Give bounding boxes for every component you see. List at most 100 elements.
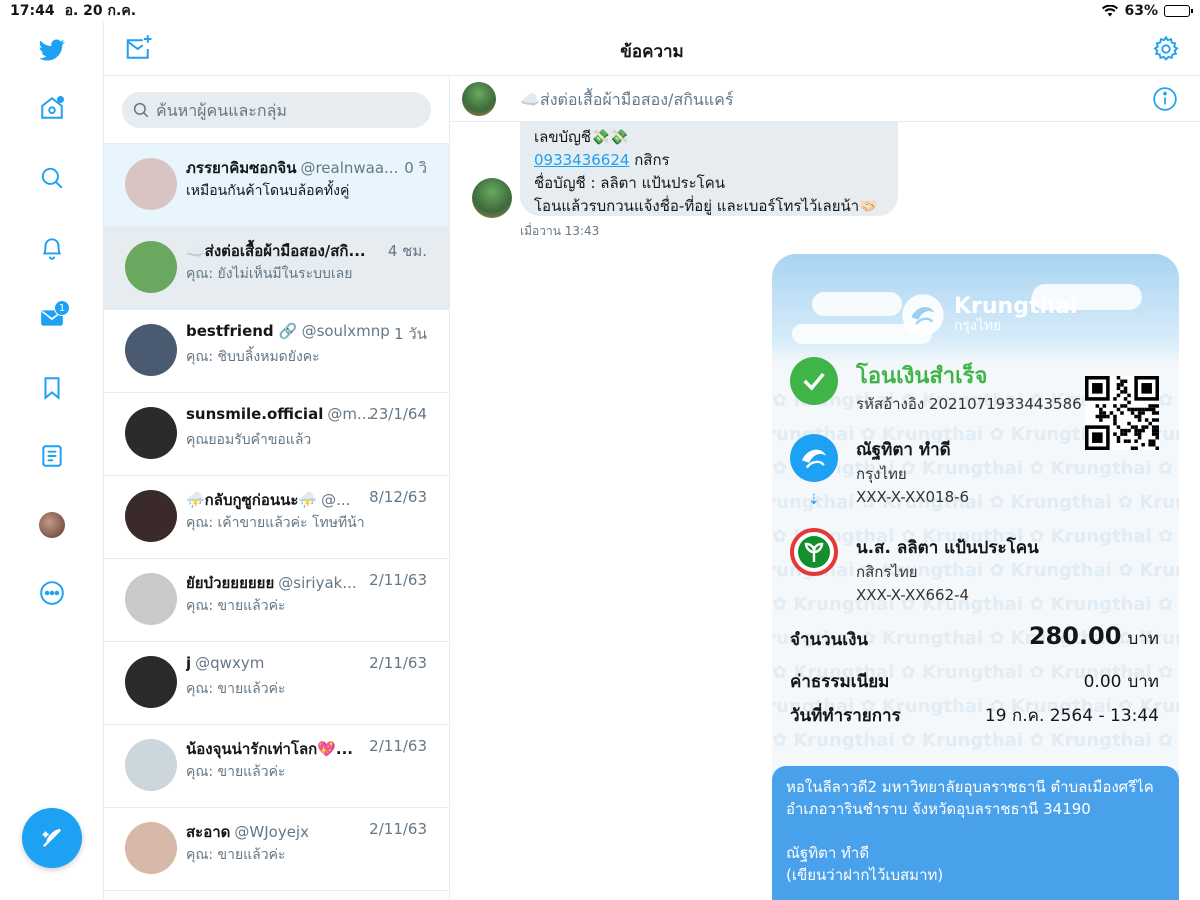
home-icon[interactable] xyxy=(36,92,68,124)
chat-header: ☁️ส่งต่อเสื้อผ้ามือสอง/สกินแคร์ xyxy=(450,76,1200,122)
conversation-item[interactable]: bestfriend 🔗 @soulxmnp 1 วัน คุณ: ชิบบลิ้งห… xyxy=(104,310,449,393)
reference-code: รหัสอ้างอิง 2021071933443586 xyxy=(856,395,1082,413)
amount-number: 280.00 xyxy=(1028,622,1122,650)
message-timestamp: เมื่อวาน 13:43 xyxy=(520,224,600,238)
bookmark-icon[interactable] xyxy=(36,372,68,404)
conversation-name: bestfriend 🔗 xyxy=(186,322,298,340)
conversation-avatar[interactable] xyxy=(125,822,177,874)
amount-value: 280.00 บาท xyxy=(1029,622,1159,652)
page-title: ข้อความ xyxy=(620,42,684,62)
conversation-avatar[interactable] xyxy=(125,407,177,459)
sender-avatar[interactable] xyxy=(472,178,512,218)
krungthai-wordmark: Krungthai กรุงไทย xyxy=(954,294,1078,335)
conversation-time: 2/11/63 xyxy=(369,654,427,672)
conversation-item[interactable]: สะอาด @WJoyejx 2/11/63 คุณ: ขายแล้วค่ะ xyxy=(104,808,449,891)
conversation-handle: @siriyak... xyxy=(278,574,357,592)
conversation-time: 2/11/63 xyxy=(369,571,427,589)
success-check-icon xyxy=(790,357,838,405)
search-icon[interactable] xyxy=(36,162,68,194)
info-icon[interactable] xyxy=(1152,86,1178,112)
conversation-item[interactable]: ยัยบ๋วยยยยยย @siriyak... 2/11/63 คุณ: ขายแล… xyxy=(104,559,449,642)
conversation-item[interactable]: ⛈️กลับกูซูก่อนนะ⛈️ @... 8/12/63 คุณ: เค้าขา… xyxy=(104,476,449,559)
status-date: อ. 20 ก.ค. xyxy=(64,3,137,19)
conversation-item[interactable]: j @qwxym 2/11/63 คุณ: ขายแล้วค่ะ xyxy=(104,642,449,725)
conversation-time: 2/11/63 xyxy=(369,820,427,838)
brand-name-thai: กรุงไทย xyxy=(954,318,1002,334)
messages-badge: 1 xyxy=(54,300,70,316)
search-input[interactable] xyxy=(156,100,416,120)
outgoing-spacer xyxy=(786,820,1165,842)
conversation-avatar[interactable] xyxy=(125,573,177,625)
conversation-name: ยัยบ๋วยยยยยย xyxy=(186,574,275,592)
conversation-avatar[interactable] xyxy=(125,324,177,376)
outgoing-message-bubble[interactable]: หอในลีลาวดี2 มหาวิทยาลัยอุบลราชธานี ตำบล… xyxy=(772,766,1179,900)
conversation-name-line: ภรรยาคิมซอกจิน @realnwaa... xyxy=(186,156,426,180)
conversation-items: ภรรยาคิมซอกจิน @realnwaa... 0 วิ เหมือนกันค… xyxy=(104,144,449,891)
recipient-bank: กสิกรไทย xyxy=(856,563,918,581)
conversation-item[interactable]: ☁️ส่งต่อเสื้อผ้ามือสอง/สกิ... 4 ชม. คุณ: ย… xyxy=(104,227,449,310)
conversation-item[interactable]: sunsmile.official @m... 23/1/64 คุณยอมรับคำ… xyxy=(104,393,449,476)
outgoing-line-1: หอในลีลาวดี2 มหาวิทยาลัยอุบลราชธานี ตำบล… xyxy=(786,778,1154,796)
fee-unit: บาท xyxy=(1127,672,1159,692)
conversation-name: น้องจุนน่ารักเท่าโลก💖... xyxy=(186,740,353,758)
twitter-logo-icon[interactable] xyxy=(36,34,68,66)
qr-code-icon xyxy=(1085,376,1159,450)
conversation-time: 23/1/64 xyxy=(369,405,427,423)
conversation-preview: คุณ: เค้าขายแล้วค่ะ โทษทีน้า xyxy=(186,515,365,531)
conversation-item[interactable]: ภรรยาคิมซอกจิน @realnwaa... 0 วิ เหมือนกันค… xyxy=(104,144,449,227)
incoming-message-bubble[interactable]: เลขบัญชี💸💸 0933436624 กสิกร ชื่อบัญชี : … xyxy=(520,122,898,216)
krungthai-bird-icon xyxy=(902,294,944,336)
messages-header: ข้อความ xyxy=(104,22,1200,76)
status-bar: 17:44 อ. 20 ก.ค. 63% xyxy=(0,0,1200,22)
conversation-avatar[interactable] xyxy=(125,241,177,293)
home-new-dot xyxy=(57,96,64,103)
fee-number: 0.00 xyxy=(1083,672,1122,692)
nav-rail: 1 xyxy=(0,22,104,900)
conversation-avatar[interactable] xyxy=(125,656,177,708)
date-label: วันที่ทำรายการ xyxy=(790,706,901,726)
conversation-name: สะอาด xyxy=(186,823,231,841)
battery-percent: 63% xyxy=(1124,3,1158,19)
conversation-avatar[interactable] xyxy=(125,158,177,210)
amount-unit: บาท xyxy=(1127,629,1159,649)
conversation-avatar[interactable] xyxy=(125,739,177,791)
amount-label: จำนวนเงิน xyxy=(790,630,869,650)
notifications-bell-icon[interactable] xyxy=(36,232,68,264)
conversation-name: j xyxy=(186,654,192,672)
conversation-preview: เหมือนกันค้าโดนบล้อคทั้งคู่ xyxy=(186,183,350,199)
messages-mail-icon[interactable]: 1 xyxy=(36,300,70,334)
more-options-icon[interactable] xyxy=(36,577,68,609)
krungthai-logo: Krungthai กรุงไทย xyxy=(900,292,1078,338)
account-number-link[interactable]: 0933436624 xyxy=(534,151,629,169)
conversation-name: ☁️ส่งต่อเสื้อผ้ามือสอง/สกิ... xyxy=(186,242,366,260)
compose-feather-icon xyxy=(42,828,61,847)
brand-name: Krungthai xyxy=(954,294,1078,319)
incoming-line-1: เลขบัญชี💸💸 xyxy=(534,128,629,146)
lists-icon[interactable] xyxy=(36,440,68,472)
watermark-row: ✿ Krungthai ✿ Krungthai ✿ Krungthai ✿ Kr… xyxy=(772,594,1179,615)
search-box[interactable] xyxy=(122,92,431,128)
transaction-date: 19 ก.ค. 2564 - 13:44 xyxy=(984,706,1159,726)
conversation-list: ภรรยาคิมซอกจิน@realnwaa...0 วิเหมือนกันค… xyxy=(104,76,450,900)
outgoing-line-4: (เขียนว่าฝากไว้เบสมาท) xyxy=(786,866,944,884)
conversation-preview: คุณ: ขายแล้วค่ะ xyxy=(186,847,286,863)
transfer-slip-image[interactable]: ✿ Krungthai ✿ Krungthai ✿ Krungthai ✿ Kr… xyxy=(772,254,1179,774)
conversation-time: 8/12/63 xyxy=(369,488,427,506)
search-icon xyxy=(133,102,149,118)
conversation-name: ภรรยาคิมซอกจิน xyxy=(186,159,297,177)
chat-avatar[interactable] xyxy=(462,82,496,116)
conversation-preview: คุณ: ขายแล้วค่ะ xyxy=(186,764,286,780)
conversation-preview: คุณ: ยังไม่เห็นมีในระบบเลย xyxy=(186,266,353,282)
profile-avatar[interactable] xyxy=(39,512,65,538)
slip-cloud xyxy=(812,292,902,316)
conversation-handle: @soulxmnp xyxy=(301,322,390,340)
settings-gear-icon[interactable] xyxy=(1152,35,1180,63)
search-area xyxy=(104,76,449,144)
conversation-time: 2/11/63 xyxy=(369,737,427,755)
chat-thread: เลขบัญชี💸💸 0933436624 กสิกร ชื่อบัญชี : … xyxy=(450,122,1200,900)
compose-tweet-button[interactable] xyxy=(22,808,82,868)
conversation-item[interactable]: น้องจุนน่ารักเท่าโลก💖... 2/11/63 คุณ: ขายแ… xyxy=(104,725,449,808)
conversation-preview: คุณยอมรับคำขอแล้ว xyxy=(186,432,312,448)
conversation-handle: @WJoyejx xyxy=(234,823,309,841)
conversation-avatar[interactable] xyxy=(125,490,177,542)
